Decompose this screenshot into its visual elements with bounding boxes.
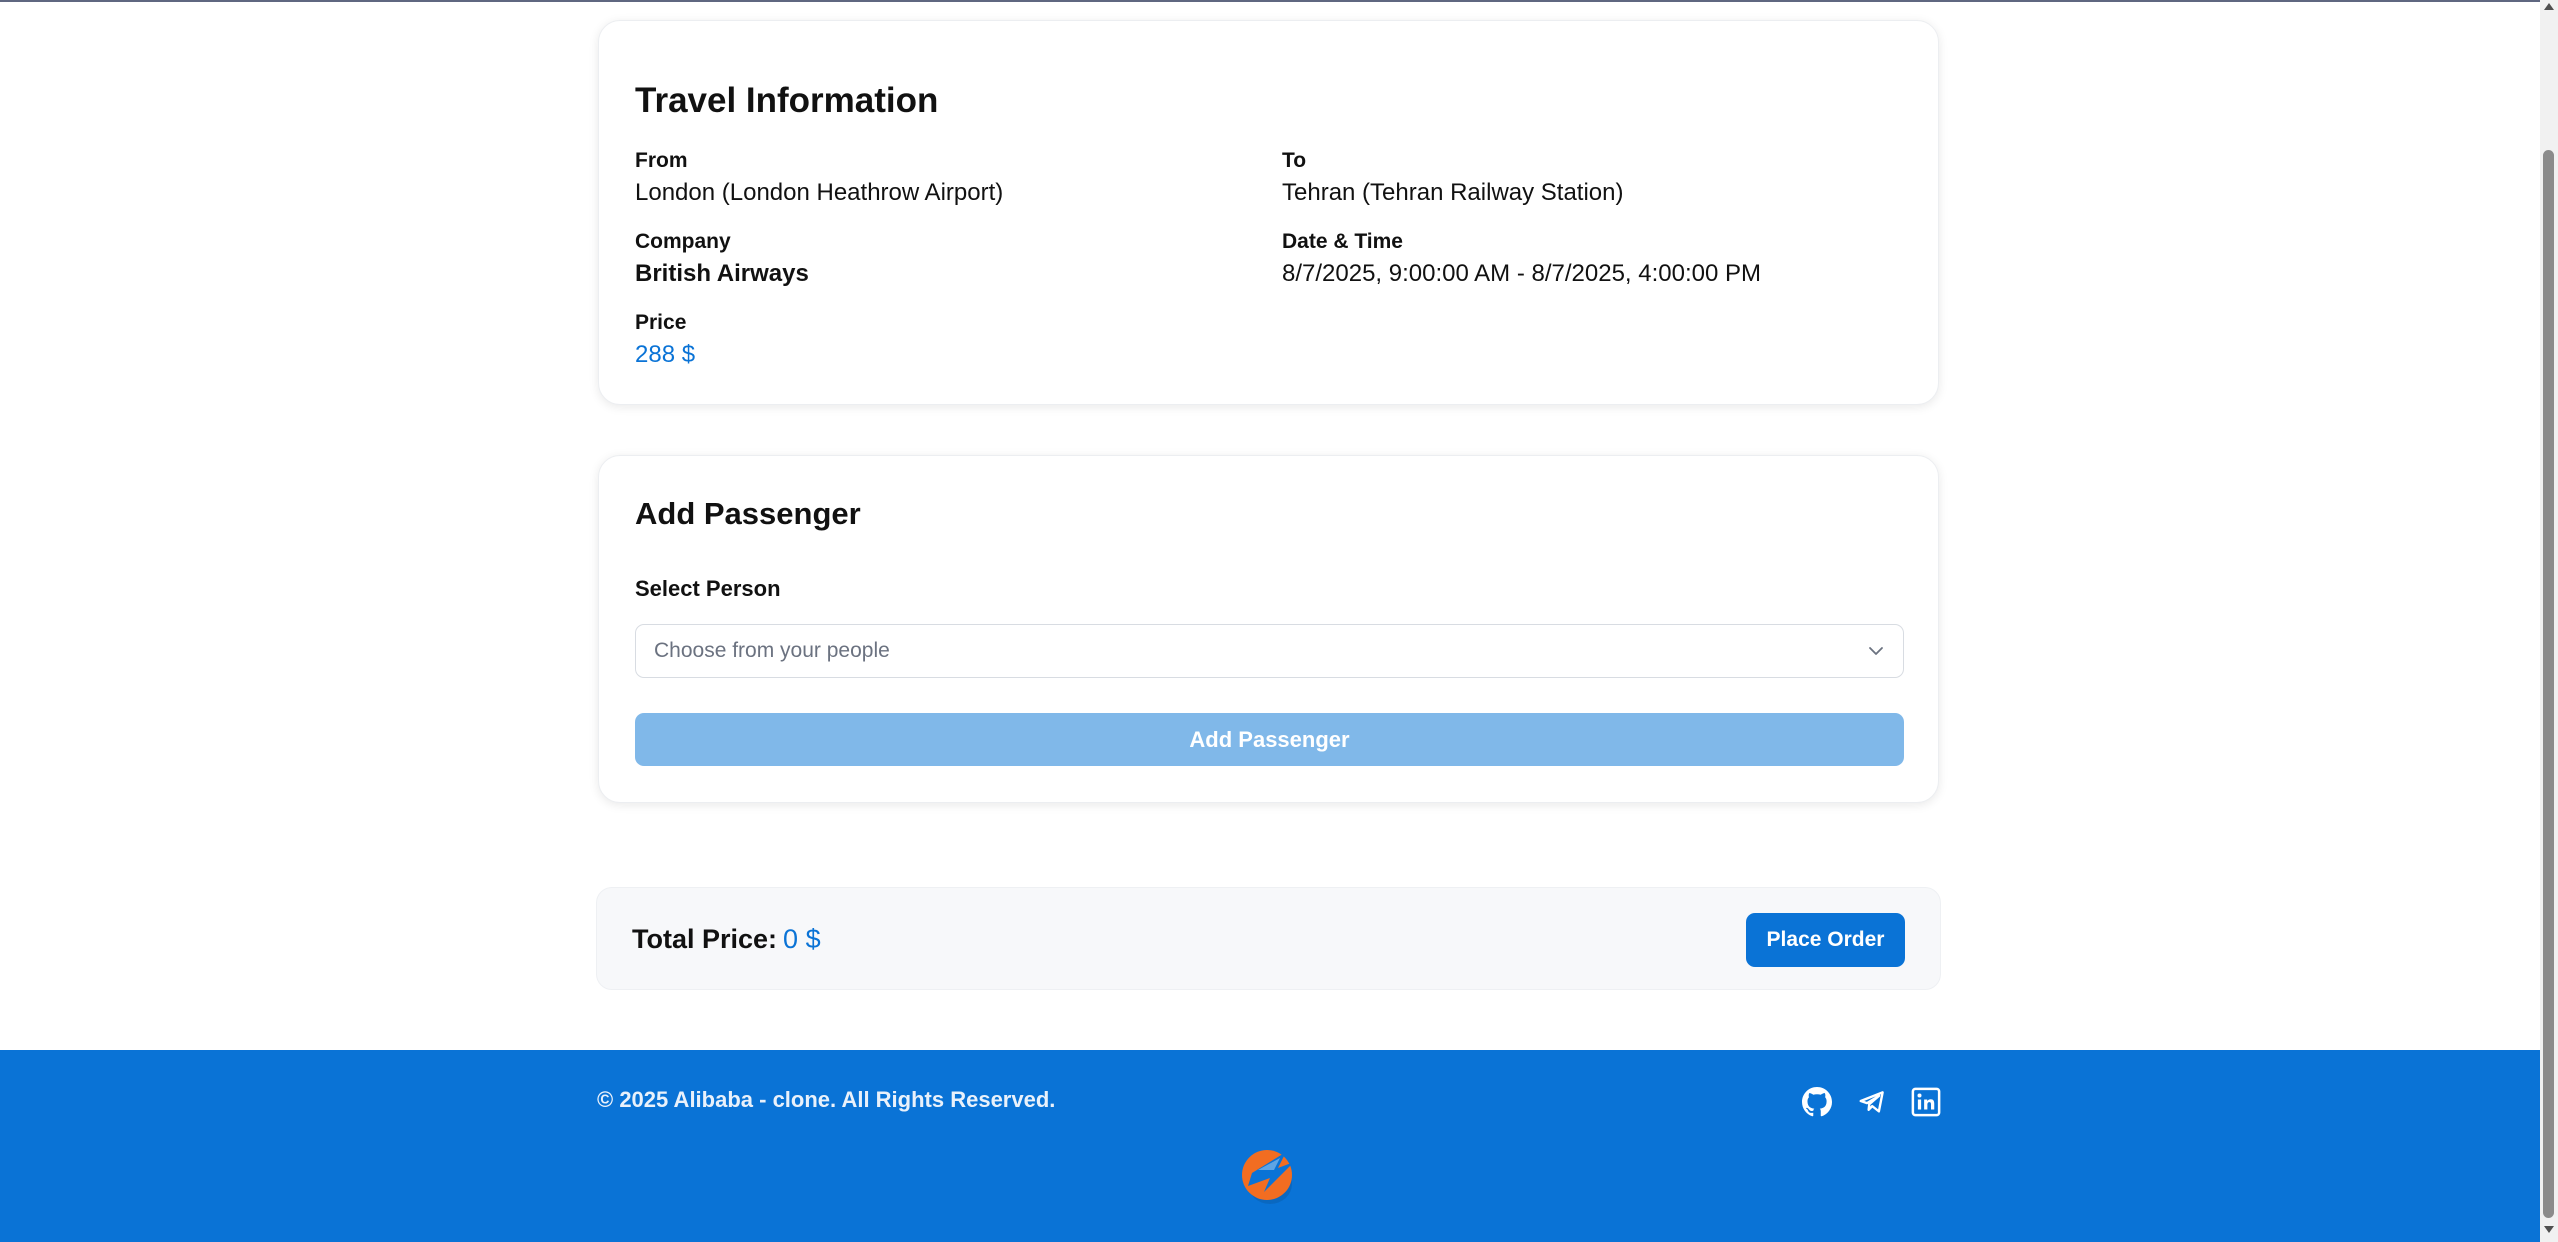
datetime-field: Date & Time 8/7/2025, 9:00:00 AM - 8/7/2…: [1282, 230, 1761, 288]
github-icon[interactable]: [1801, 1086, 1833, 1118]
telegram-icon[interactable]: [1856, 1086, 1888, 1118]
add-passenger-card: Add Passenger Select Person Choose from …: [598, 455, 1939, 803]
scroll-up-arrow-icon[interactable]: [2544, 3, 2554, 10]
datetime-value: 8/7/2025, 9:00:00 AM - 8/7/2025, 4:00:00…: [1282, 260, 1762, 287]
company-value: British Airways: [635, 260, 809, 287]
from-value: London (London Heathrow Airport): [635, 179, 1004, 206]
from-label: From: [635, 149, 688, 172]
to-field: To Tehran (Tehran Railway Station): [1282, 149, 1624, 207]
company-label: Company: [635, 230, 731, 253]
datetime-label: Date & Time: [1282, 230, 1403, 253]
linkedin-icon[interactable]: [1910, 1086, 1942, 1118]
select-person-label: Select Person: [635, 576, 781, 601]
total-price: Total Price: 0 $: [632, 924, 821, 955]
add-passenger-title: Add Passenger: [635, 496, 861, 531]
order-summary-bar: Total Price: 0 $ Place Order: [596, 887, 1941, 990]
vertical-scrollbar[interactable]: [2540, 0, 2558, 1242]
site-footer: © 2025 Alibaba - clone. All Rights Reser…: [0, 1050, 2540, 1242]
price-value: 288 $: [635, 341, 696, 368]
select-person-dropdown[interactable]: Choose from your people: [635, 624, 1904, 678]
travel-information-card: Travel Information From London (London H…: [598, 20, 1939, 405]
select-person-placeholder: Choose from your people: [654, 639, 890, 662]
booking-page: Travel Information From London (London H…: [0, 0, 2540, 1242]
scroll-down-arrow-icon[interactable]: [2544, 1226, 2554, 1233]
chevron-down-icon: [1867, 642, 1885, 660]
company-field: Company British Airways: [635, 230, 809, 288]
total-price-label: Total Price:: [632, 924, 778, 954]
from-field: From London (London Heathrow Airport): [635, 149, 1003, 207]
price-field: Price 288 $: [635, 311, 695, 369]
copyright-text: © 2025 Alibaba - clone. All Rights Reser…: [597, 1087, 1056, 1112]
to-label: To: [1282, 149, 1307, 172]
total-price-value: 0 $: [783, 924, 821, 954]
alibaba-logo-icon: [1234, 1140, 1306, 1212]
place-order-button[interactable]: Place Order: [1746, 913, 1905, 967]
to-value: Tehran (Tehran Railway Station): [1282, 179, 1624, 206]
travel-information-title: Travel Information: [635, 81, 939, 120]
scrollbar-thumb[interactable]: [2543, 150, 2554, 1218]
price-label: Price: [635, 311, 687, 334]
add-passenger-button[interactable]: Add Passenger: [635, 713, 1904, 766]
